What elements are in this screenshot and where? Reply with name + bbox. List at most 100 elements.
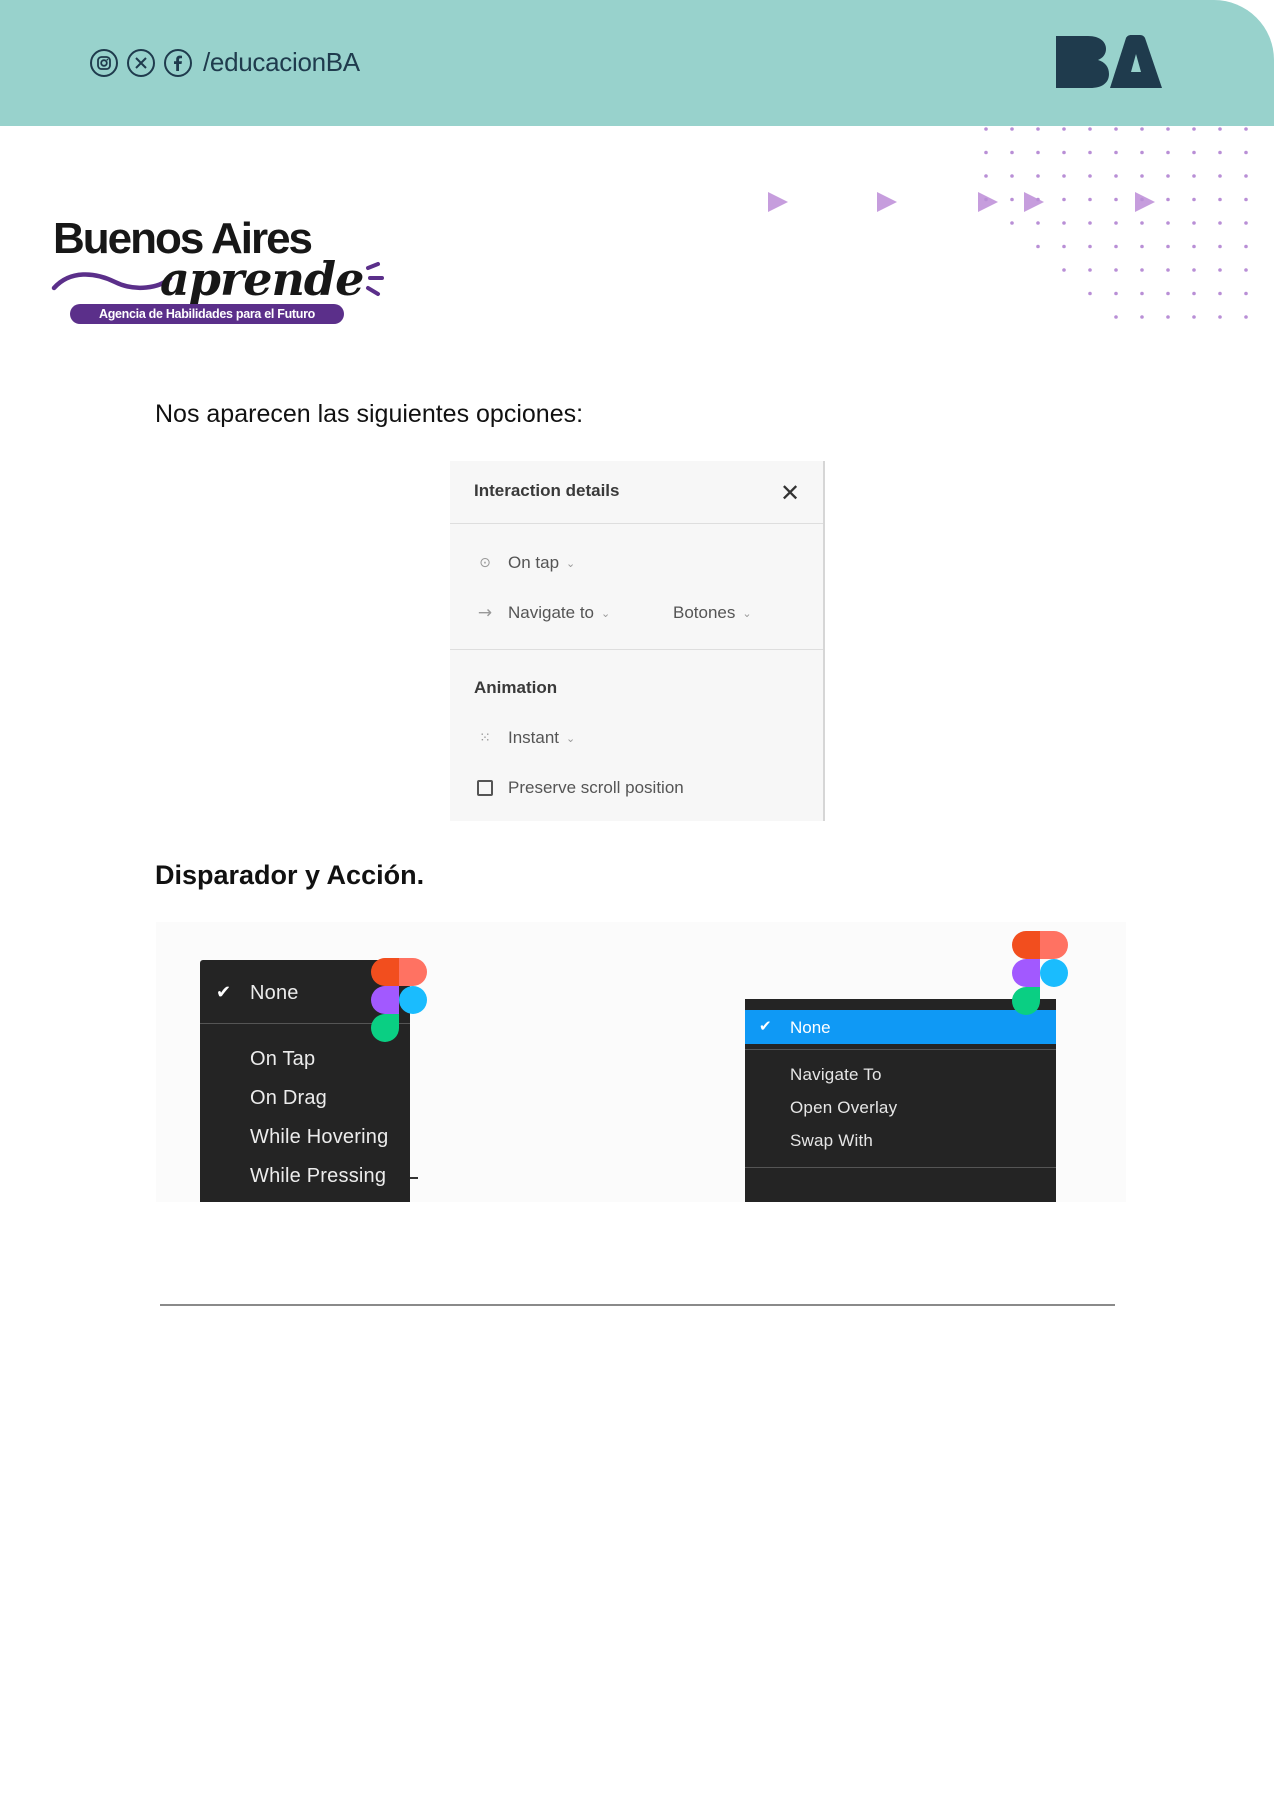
action-menu-selected-row[interactable]: ✔ None bbox=[745, 1010, 1056, 1044]
ba-logo bbox=[1056, 35, 1162, 88]
action-menu-item[interactable]: Open Overlay bbox=[790, 1098, 897, 1118]
dot-decoration bbox=[1010, 127, 1014, 131]
trigger-menu-item[interactable]: On Drag bbox=[250, 1087, 327, 1110]
dot-decoration bbox=[1036, 197, 1040, 202]
dot-decoration bbox=[1036, 244, 1040, 249]
dot-decoration bbox=[1114, 221, 1118, 225]
animation-select[interactable]: ⁙ Instant ⌄ bbox=[474, 728, 575, 748]
arrow-right-icon: → bbox=[477, 603, 493, 623]
header-band: /educacionBA bbox=[0, 0, 1274, 126]
footer-divider bbox=[160, 1304, 1115, 1306]
triangle-decoration bbox=[768, 192, 788, 212]
dot-decoration bbox=[1218, 315, 1222, 319]
trigger-select[interactable]: ⊙ On tap ⌄ bbox=[474, 553, 575, 573]
action-menu-selected: None bbox=[790, 1018, 831, 1037]
dot-decoration bbox=[1218, 174, 1222, 178]
dot-decoration bbox=[984, 197, 988, 202]
divider bbox=[410, 1177, 418, 1179]
dot-decoration bbox=[1166, 221, 1170, 225]
dot-decoration bbox=[1088, 268, 1092, 272]
divider bbox=[450, 649, 823, 650]
chevron-down-icon: ⌄ bbox=[566, 556, 576, 570]
checkmark-icon: ✔ bbox=[759, 1017, 772, 1035]
facebook-icon[interactable] bbox=[164, 48, 192, 77]
dot-decoration bbox=[1218, 268, 1222, 272]
trigger-menu-selected[interactable]: None bbox=[250, 982, 299, 1005]
triangle-decoration bbox=[877, 192, 897, 212]
dot-decoration bbox=[1062, 127, 1066, 131]
action-select[interactable]: → Navigate to ⌄ bbox=[474, 603, 610, 623]
dot-decoration bbox=[1166, 268, 1170, 272]
dot-decoration bbox=[1218, 150, 1222, 155]
dot-decoration bbox=[984, 150, 988, 155]
chevron-down-icon: ⌄ bbox=[566, 731, 576, 745]
x-icon[interactable] bbox=[127, 48, 155, 77]
animation-value: Instant bbox=[508, 728, 560, 747]
dot-decoration bbox=[1114, 197, 1118, 202]
social-handle[interactable]: /educacionBA bbox=[203, 47, 360, 78]
dot-decoration bbox=[1114, 150, 1118, 155]
dot-decoration bbox=[1062, 174, 1066, 178]
dot-decoration bbox=[1010, 221, 1014, 225]
dot-decoration bbox=[1140, 268, 1144, 272]
dot-decoration bbox=[1062, 221, 1066, 225]
dot-decoration bbox=[1244, 315, 1248, 319]
action-menu-item[interactable]: Swap With bbox=[790, 1131, 873, 1151]
figma-logo-icon bbox=[371, 958, 427, 1042]
trigger-action-menus: ✔ None On Tap On Drag While Hovering Whi… bbox=[156, 922, 1126, 1202]
dot-decoration bbox=[1010, 150, 1014, 155]
checkmark-icon: ✔ bbox=[216, 982, 232, 1003]
dot-decoration bbox=[1192, 221, 1196, 225]
divider bbox=[450, 523, 823, 524]
instant-icon: ⁙ bbox=[479, 730, 491, 746]
chevron-down-icon: ⌄ bbox=[601, 606, 611, 620]
dot-decoration bbox=[1114, 127, 1118, 131]
trigger-value: On tap bbox=[508, 553, 560, 572]
dot-decoration bbox=[1140, 244, 1144, 249]
intro-text: Nos aparecen las siguientes opciones: bbox=[155, 400, 584, 428]
dot-decoration bbox=[1166, 244, 1170, 249]
dot-decoration bbox=[1088, 174, 1092, 178]
trigger-menu-item[interactable]: While Hovering bbox=[250, 1126, 388, 1149]
dot-decoration bbox=[1010, 174, 1014, 178]
dot-decoration bbox=[984, 174, 988, 178]
dot-decoration bbox=[1140, 174, 1144, 178]
dot-decoration bbox=[1244, 268, 1248, 272]
dot-decoration bbox=[1244, 197, 1248, 202]
preserve-scroll-option[interactable]: Preserve scroll position bbox=[474, 778, 684, 798]
action-menu-item[interactable]: Navigate To bbox=[790, 1065, 882, 1085]
close-icon[interactable]: ✕ bbox=[780, 479, 800, 507]
trigger-icon: ⊙ bbox=[479, 555, 491, 571]
animation-heading: Animation bbox=[474, 678, 558, 697]
divider bbox=[745, 1167, 1056, 1168]
brand-logo: Buenos Aires aprende Agencia de Habilida… bbox=[50, 210, 390, 330]
dot-decoration bbox=[1036, 174, 1040, 178]
dot-decoration bbox=[1218, 291, 1222, 296]
brand-line2: aprende bbox=[160, 252, 364, 306]
destination-value: Botones bbox=[673, 603, 736, 622]
trigger-menu-item[interactable]: While Pressing bbox=[250, 1165, 386, 1188]
dot-decoration bbox=[1244, 221, 1248, 225]
dot-decoration bbox=[1088, 244, 1092, 249]
instagram-icon[interactable] bbox=[90, 48, 118, 77]
dot-decoration bbox=[1114, 268, 1118, 272]
dot-decoration bbox=[1114, 244, 1118, 249]
figma-logo-icon bbox=[1012, 931, 1068, 1015]
trigger-menu-item[interactable]: On Tap bbox=[250, 1048, 315, 1071]
dot-decoration bbox=[1192, 315, 1196, 319]
dot-decoration bbox=[1140, 150, 1144, 155]
interaction-details-panel: Interaction details ✕ ⊙ On tap ⌄ → Navig… bbox=[450, 461, 825, 821]
dot-decoration bbox=[1244, 244, 1248, 249]
dot-decoration bbox=[1088, 221, 1092, 225]
destination-select[interactable]: Botones ⌄ bbox=[673, 603, 752, 623]
dot-decoration bbox=[1088, 291, 1092, 296]
dot-decoration bbox=[1218, 197, 1222, 202]
dot-decoration bbox=[1062, 197, 1066, 202]
preserve-scroll-checkbox[interactable] bbox=[477, 780, 493, 796]
panel-title: Interaction details bbox=[474, 481, 620, 500]
dot-decoration bbox=[1036, 150, 1040, 155]
dot-decoration bbox=[1140, 127, 1144, 131]
dot-decoration bbox=[1036, 127, 1040, 131]
action-menu: ✔ None Navigate To Open Overlay Swap Wit… bbox=[745, 999, 1056, 1202]
dot-decoration bbox=[1192, 291, 1196, 296]
